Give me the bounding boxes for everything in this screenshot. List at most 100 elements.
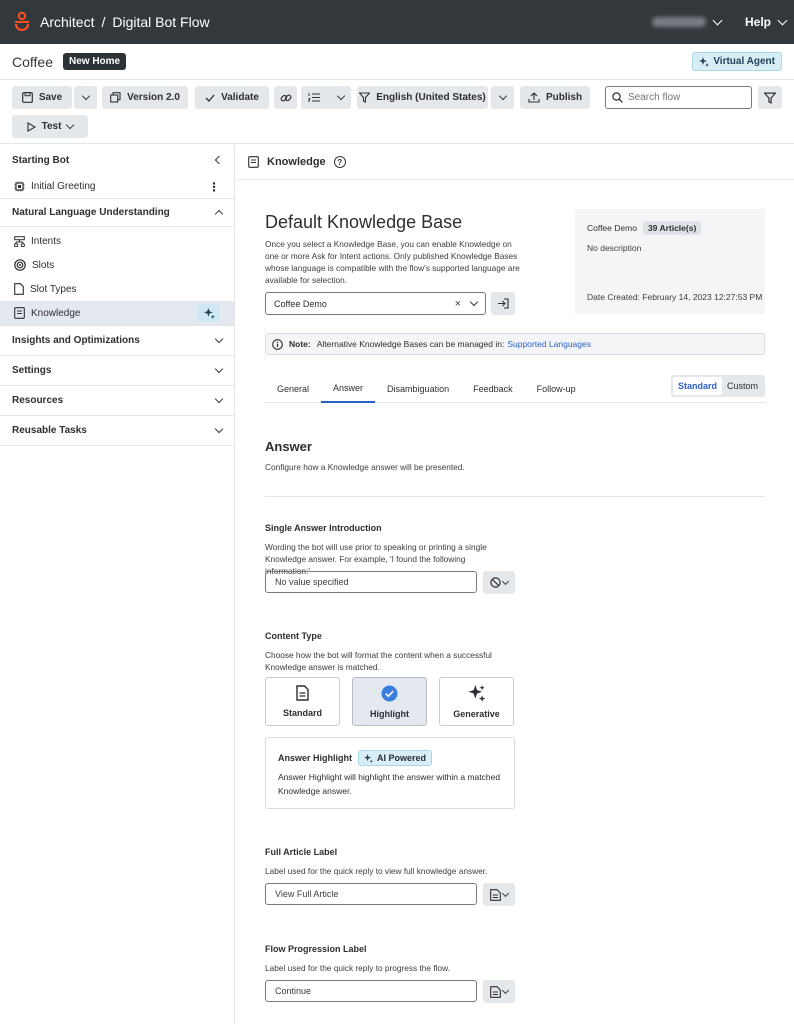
chevron-down-icon xyxy=(66,120,75,130)
user-menu[interactable] xyxy=(651,17,706,27)
validate-label: Validate xyxy=(221,92,259,103)
sidebar-section-resources[interactable]: Resources xyxy=(0,386,234,416)
tab-feedback[interactable]: Feedback xyxy=(461,375,525,403)
filter-icon xyxy=(764,91,776,104)
kb-info-date: Date Created: February 14, 2023 12:27:53… xyxy=(587,292,763,302)
sidebar-item-intents[interactable]: Intents xyxy=(0,229,234,253)
full-article-input[interactable]: View Full Article xyxy=(265,883,477,905)
flow-progression-options-button[interactable] xyxy=(483,980,515,1003)
search-input[interactable] xyxy=(628,92,738,103)
chip-icon xyxy=(14,181,25,192)
note-text: Alternative Knowledge Bases can be manag… xyxy=(316,339,505,349)
more-options-icon[interactable]: ⋮ xyxy=(208,180,220,194)
sidebar-section-settings[interactable]: Settings xyxy=(0,356,234,386)
publish-button[interactable]: Publish xyxy=(520,86,590,109)
language-dropdown-button[interactable] xyxy=(491,86,514,109)
supported-languages-link[interactable]: Supported Languages xyxy=(507,339,591,349)
copy-icon xyxy=(110,92,121,103)
link-button[interactable] xyxy=(274,86,297,109)
tab-general[interactable]: General xyxy=(265,375,321,403)
intro-options-button[interactable] xyxy=(483,571,515,594)
sidebar-section-insights[interactable]: Insights and Optimizations xyxy=(0,326,234,356)
answer-description: Configure how a Knowledge answer will be… xyxy=(265,462,465,472)
sidebar-item-slot-types[interactable]: Slot Types xyxy=(0,277,234,301)
help-menu[interactable]: Help xyxy=(745,15,771,29)
sidebar-item-initial-greeting[interactable]: Initial Greeting ⋮ xyxy=(0,175,234,199)
starting-bot-label: Starting Bot xyxy=(12,154,70,166)
open-in-icon xyxy=(498,298,509,309)
chevron-down-icon[interactable] xyxy=(214,394,224,404)
sparkle-icon xyxy=(203,307,215,319)
filter-icon xyxy=(359,92,371,103)
flow-progression-title: Flow Progression Label xyxy=(265,944,367,954)
flow-progression-input[interactable]: Continue xyxy=(265,980,477,1002)
sidebar-section-reusable-tasks[interactable]: Reusable Tasks xyxy=(0,416,234,446)
validate-button[interactable]: Validate xyxy=(195,86,269,109)
kb-select[interactable]: Coffee Demo × xyxy=(265,292,486,315)
intro-input[interactable]: No value specified xyxy=(265,571,477,593)
no-value-icon xyxy=(490,577,501,588)
chevron-down-icon[interactable] xyxy=(469,297,479,307)
sparkle-icon xyxy=(364,753,373,763)
knowledge-book-icon xyxy=(248,156,259,168)
language-filter-button[interactable]: English (United States) xyxy=(357,86,488,109)
chevron-down-icon xyxy=(498,91,507,101)
knowledge-panel: Knowledge ? Default Knowledge Base Once … xyxy=(236,145,794,1024)
content-type-highlight[interactable]: Highlight xyxy=(352,677,427,726)
breadcrumb-app[interactable]: Architect xyxy=(40,14,94,30)
target-icon xyxy=(14,259,26,271)
open-kb-button[interactable] xyxy=(491,292,515,315)
sidebar-item-label: Slots xyxy=(32,259,55,271)
highlight-title: Answer Highlight xyxy=(278,753,352,763)
chevron-down-icon[interactable] xyxy=(214,424,224,434)
sidebar-item-label: Knowledge xyxy=(31,307,81,319)
save-icon xyxy=(21,92,33,103)
section-divider xyxy=(265,496,765,497)
flow-name: Coffee xyxy=(12,53,53,70)
breadcrumb: Architect / Digital Bot Flow xyxy=(40,14,210,30)
sidebar-section-starting-bot[interactable]: Starting Bot xyxy=(0,145,234,175)
clear-icon[interactable]: × xyxy=(455,298,461,310)
filter-button[interactable] xyxy=(758,86,782,109)
publish-label: Publish xyxy=(545,92,583,103)
chevron-down-icon[interactable] xyxy=(777,15,788,25)
content-type-generative[interactable]: Generative xyxy=(439,677,514,726)
version-button[interactable]: Version 2.0 xyxy=(102,86,188,109)
sidebar-section-label: Insights and Optimizations xyxy=(12,335,140,346)
content-type-title: Content Type xyxy=(265,631,322,641)
numbered-list-icon xyxy=(308,93,320,102)
full-article-options-button[interactable] xyxy=(483,883,515,906)
chevron-up-icon[interactable] xyxy=(214,209,224,219)
sidebar-item-slots[interactable]: Slots xyxy=(0,253,234,277)
new-home-badge[interactable]: New Home xyxy=(63,53,127,70)
chevron-down-icon[interactable] xyxy=(214,334,224,344)
save-button[interactable]: Save xyxy=(12,86,72,109)
content-type-standard[interactable]: Standard xyxy=(265,677,340,726)
chevron-down-icon[interactable] xyxy=(712,15,723,25)
virtual-agent-button[interactable]: Virtual Agent xyxy=(692,52,782,71)
tab-disambiguation[interactable]: Disambiguation xyxy=(375,375,461,403)
chevron-left-icon[interactable] xyxy=(214,155,224,165)
link-icon xyxy=(280,94,291,101)
chevron-down-icon xyxy=(336,91,346,101)
save-options-button[interactable] xyxy=(74,86,97,109)
language-label: English (United States) xyxy=(376,92,486,103)
flow-title-row: Coffee New Home Virtual Agent xyxy=(0,44,794,80)
text-value-icon xyxy=(490,888,501,901)
test-button[interactable]: Test xyxy=(12,115,88,138)
tab-answer[interactable]: Answer xyxy=(321,375,376,403)
search-flow[interactable] xyxy=(605,86,752,109)
kb-info-description: No description xyxy=(587,243,642,253)
sidebar-item-knowledge[interactable]: Knowledge xyxy=(0,301,234,325)
tab-follow-up[interactable]: Follow-up xyxy=(525,375,588,403)
sidebar-section-nlu[interactable]: Natural Language Understanding xyxy=(0,199,234,227)
mode-standard[interactable]: Standard xyxy=(672,376,722,395)
ai-sparkle-button[interactable] xyxy=(198,304,220,322)
chevron-down-icon[interactable] xyxy=(214,364,224,374)
version-label: Version 2.0 xyxy=(127,92,180,103)
highlight-description: Answer Highlight will highlight the answ… xyxy=(278,772,501,796)
mode-custom[interactable]: Custom xyxy=(722,377,763,395)
nlu-label: Natural Language Understanding xyxy=(12,207,170,218)
help-icon[interactable]: ? xyxy=(333,156,346,168)
list-options-button[interactable] xyxy=(301,86,351,109)
